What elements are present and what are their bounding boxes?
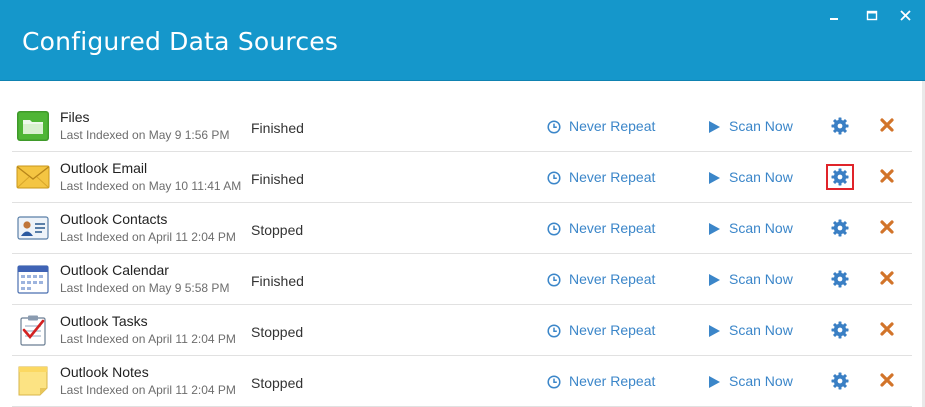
index-status: Finished (251, 273, 304, 289)
repeat-label: Never Repeat (569, 220, 656, 236)
play-icon (709, 274, 720, 286)
scan-now-label: Scan Now (729, 322, 793, 338)
repeat-label: Never Repeat (569, 373, 656, 389)
settings-button[interactable] (826, 164, 854, 190)
repeat-label: Never Repeat (569, 118, 656, 134)
settings-button[interactable] (826, 317, 854, 343)
task-checklist-icon (16, 313, 50, 347)
remove-source-button[interactable] (878, 371, 896, 389)
remove-source-button[interactable] (878, 269, 896, 287)
source-name: Outlook Email (60, 160, 148, 176)
sticky-note-icon (16, 364, 50, 398)
scan-now-label: Scan Now (729, 373, 793, 389)
settings-button[interactable] (826, 215, 854, 241)
contact-card-icon (16, 211, 50, 245)
maximize-icon (866, 10, 878, 21)
gear-icon (831, 219, 849, 237)
settings-button[interactable] (826, 113, 854, 139)
last-indexed-text: Last Indexed on May 9 1:56 PM (60, 128, 230, 142)
gear-icon (831, 270, 849, 288)
clock-icon (547, 324, 561, 338)
last-indexed-text: Last Indexed on May 10 11:41 AM (60, 179, 242, 193)
close-button[interactable] (895, 6, 917, 24)
data-source-row-1: Outlook Email Last Indexed on May 10 11:… (12, 152, 912, 203)
clock-icon (547, 222, 561, 236)
play-icon (709, 376, 720, 388)
data-source-row-2: Outlook Contacts Last Indexed on April 1… (12, 203, 912, 254)
settings-button[interactable] (826, 368, 854, 394)
index-status: Finished (251, 120, 304, 136)
window-title: Configured Data Sources (22, 27, 339, 56)
envelope-icon (16, 160, 50, 194)
delete-x-icon (880, 118, 894, 132)
minimize-button[interactable] (823, 6, 845, 24)
maximize-button[interactable] (861, 6, 883, 24)
minimize-icon (830, 18, 838, 20)
repeat-label: Never Repeat (569, 271, 656, 287)
index-status: Stopped (251, 222, 304, 238)
scan-now-label: Scan Now (729, 271, 793, 287)
source-name: Outlook Notes (60, 364, 149, 380)
last-indexed-text: Last Indexed on May 9 5:58 PM (60, 281, 230, 295)
play-icon (709, 223, 720, 235)
gear-icon (831, 117, 849, 135)
gear-icon (831, 321, 849, 339)
delete-x-icon (880, 271, 894, 285)
repeat-label: Never Repeat (569, 169, 656, 185)
index-status: Finished (251, 171, 304, 187)
delete-x-icon (880, 322, 894, 336)
play-icon (709, 121, 720, 133)
index-status: Stopped (251, 375, 304, 391)
data-source-row-5: Outlook Notes Last Indexed on April 11 2… (12, 356, 912, 407)
settings-button[interactable] (826, 266, 854, 292)
play-icon (709, 172, 720, 184)
delete-x-icon (880, 373, 894, 387)
gear-icon (831, 372, 849, 390)
source-name: Files (60, 109, 90, 125)
remove-source-button[interactable] (878, 218, 896, 236)
last-indexed-text: Last Indexed on April 11 2:04 PM (60, 332, 236, 346)
title-bar: Configured Data Sources (0, 0, 925, 81)
data-source-row-4: Outlook Tasks Last Indexed on April 11 2… (12, 305, 912, 356)
index-status: Stopped (251, 324, 304, 340)
clock-icon (547, 120, 561, 134)
calendar-icon (16, 262, 50, 296)
clock-icon (547, 273, 561, 287)
clock-icon (547, 171, 561, 185)
data-source-row-3: Outlook Calendar Last Indexed on May 9 5… (12, 254, 912, 305)
clock-icon (547, 375, 561, 389)
play-icon (709, 325, 720, 337)
data-source-row-0: Files Last Indexed on May 9 1:56 PM Fini… (12, 101, 912, 152)
source-name: Outlook Calendar (60, 262, 169, 278)
delete-x-icon (880, 169, 894, 183)
gear-icon (831, 168, 849, 186)
folder-icon (16, 109, 50, 143)
remove-source-button[interactable] (878, 320, 896, 338)
source-name: Outlook Contacts (60, 211, 168, 227)
last-indexed-text: Last Indexed on April 11 2:04 PM (60, 230, 236, 244)
data-source-list: Files Last Indexed on May 9 1:56 PM Fini… (12, 101, 912, 407)
configured-data-sources-window: Configured Data Sources Files Last Index… (0, 0, 925, 407)
repeat-label: Never Repeat (569, 322, 656, 338)
remove-source-button[interactable] (878, 116, 896, 134)
scan-now-label: Scan Now (729, 169, 793, 185)
delete-x-icon (880, 220, 894, 234)
source-name: Outlook Tasks (60, 313, 148, 329)
close-icon (900, 10, 911, 21)
remove-source-button[interactable] (878, 167, 896, 185)
scan-now-label: Scan Now (729, 118, 793, 134)
scan-now-label: Scan Now (729, 220, 793, 236)
last-indexed-text: Last Indexed on April 11 2:04 PM (60, 383, 236, 397)
